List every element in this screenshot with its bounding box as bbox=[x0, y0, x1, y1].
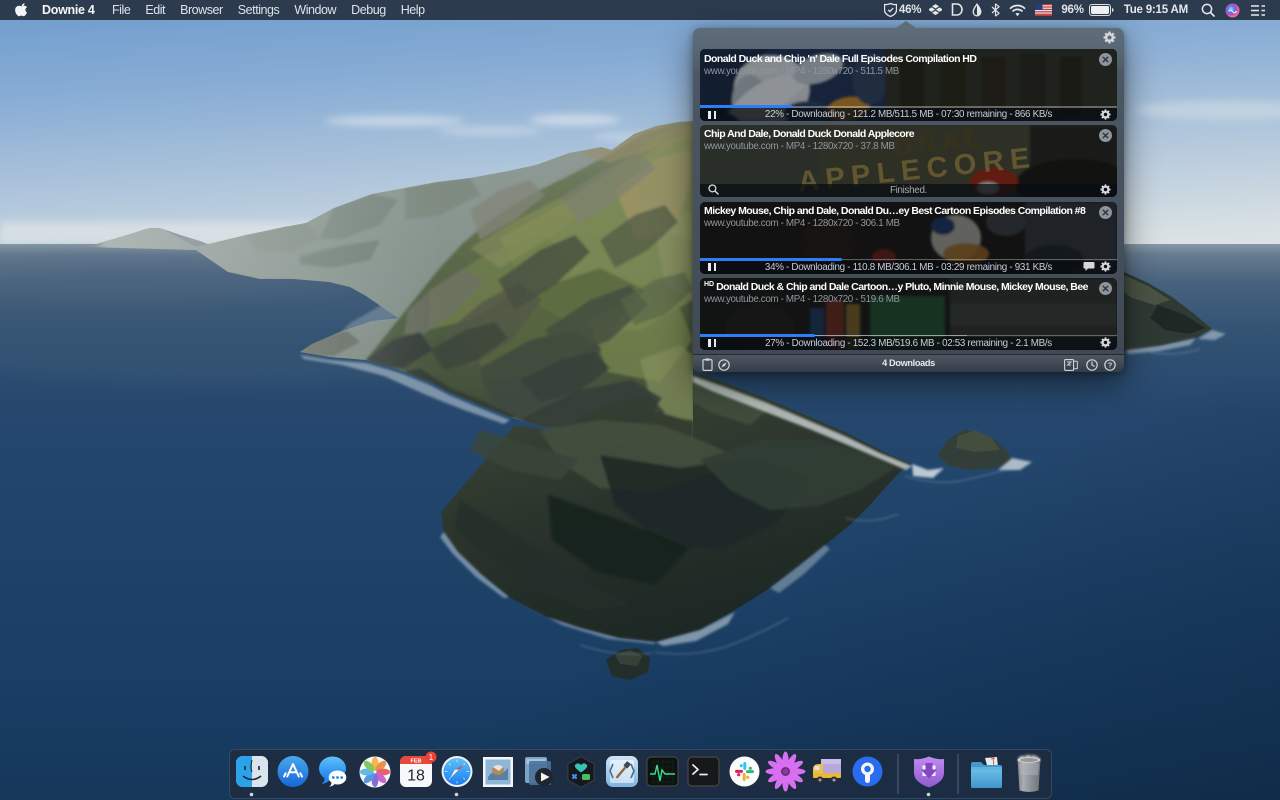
svg-text:1: 1 bbox=[429, 753, 434, 762]
svg-text:18: 18 bbox=[407, 768, 425, 785]
svg-text:FEB: FEB bbox=[411, 759, 422, 765]
